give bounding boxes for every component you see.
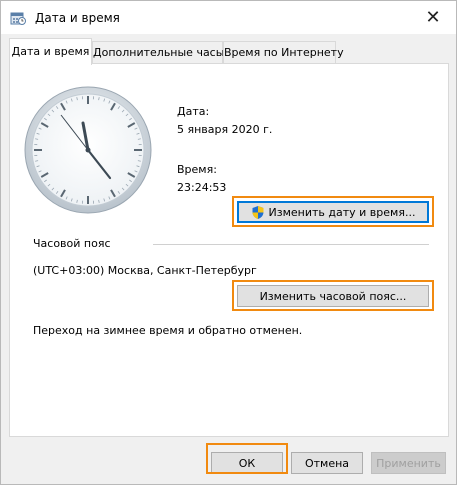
time-label: Время: xyxy=(177,163,217,176)
change-datetime-label: Изменить дату и время... xyxy=(268,205,416,219)
ok-button[interactable]: ОК xyxy=(211,452,283,474)
analog-clock xyxy=(24,86,152,214)
change-timezone-button[interactable]: Изменить часовой пояс... xyxy=(237,285,429,307)
close-button[interactable]: ✕ xyxy=(410,1,456,34)
time-value: 23:24:53 xyxy=(177,181,227,194)
window-title: Дата и время xyxy=(35,11,120,25)
title-bar: Дата и время ✕ xyxy=(1,1,456,34)
date-time-dialog: Дата и время ✕ Дата и время Дополнительн… xyxy=(0,0,457,485)
tab-date-time[interactable]: Дата и время xyxy=(9,38,92,65)
dst-note: Переход на зимнее время и обратно отмене… xyxy=(33,324,303,337)
date-value: 5 января 2020 г. xyxy=(177,123,273,136)
cancel-button[interactable]: Отмена xyxy=(291,452,363,474)
change-datetime-button[interactable]: Изменить дату и время... xyxy=(237,201,429,223)
calendar-clock-icon xyxy=(10,12,26,25)
close-icon: ✕ xyxy=(425,7,441,28)
timezone-section-label: Часовой пояс xyxy=(33,237,111,250)
shield-icon xyxy=(252,205,264,219)
tab-internet-time[interactable]: Время по Интернету xyxy=(223,41,344,64)
date-label: Дата: xyxy=(177,105,210,118)
apply-button[interactable]: Применить xyxy=(371,452,446,474)
tab-additional-clocks[interactable]: Дополнительные часы xyxy=(92,41,224,64)
timezone-divider xyxy=(153,244,429,245)
timezone-value: (UTC+03:00) Москва, Санкт-Петербург xyxy=(33,264,257,277)
